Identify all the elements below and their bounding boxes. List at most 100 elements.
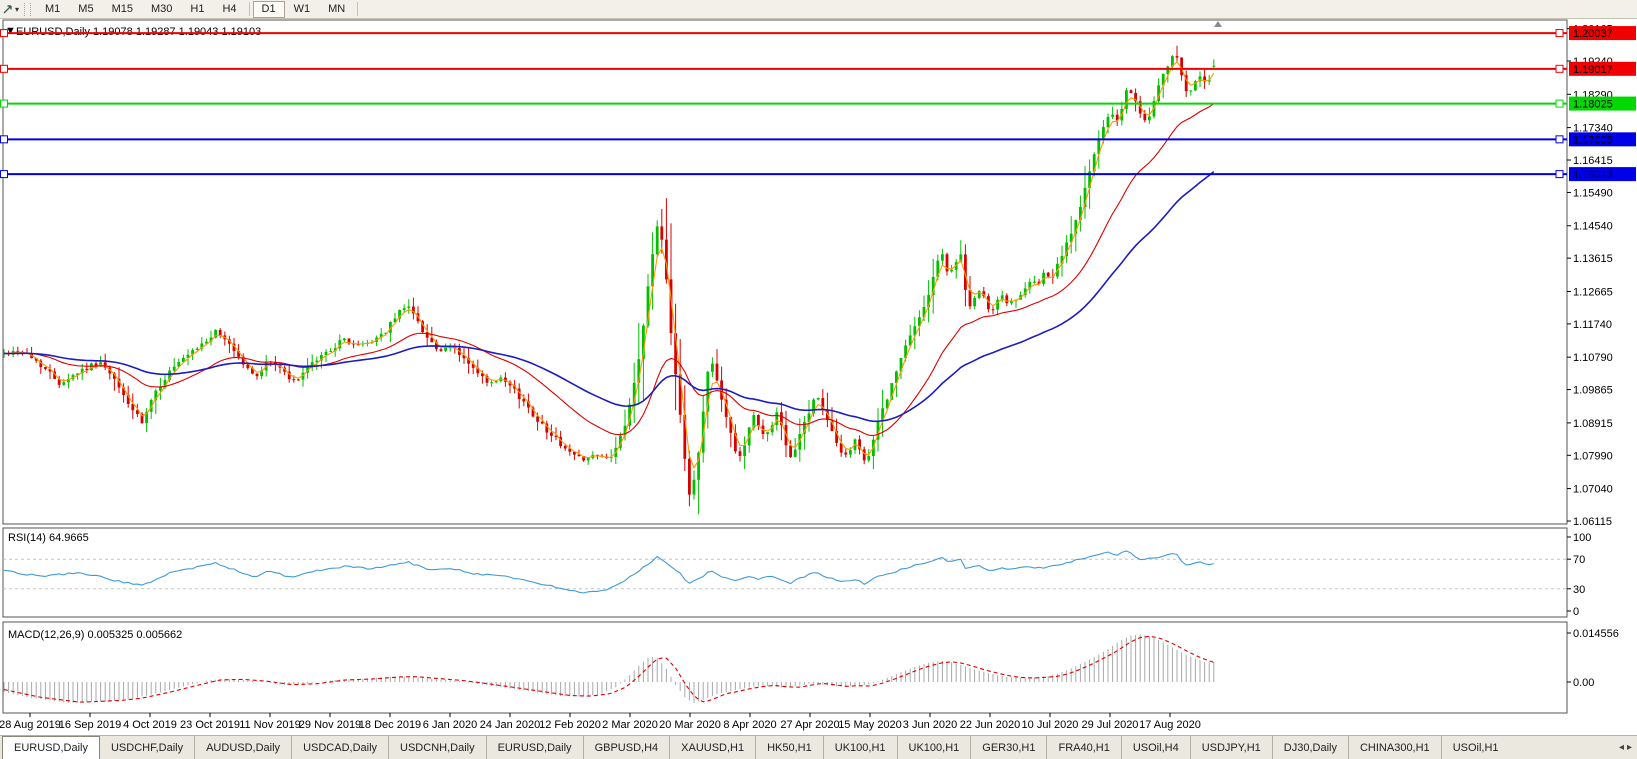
chart-tab[interactable]: EURUSD,Daily: [2, 736, 100, 759]
top-toolbar: ▾ M1 M5 M15 M30 H1 H4 D1 W1 MN: [0, 0, 1637, 19]
main-panel-border: [2, 19, 1568, 525]
horizontal-line[interactable]: 1.19017: [0, 61, 1636, 76]
rsi-label: RSI(14) 64.9665: [8, 532, 89, 544]
price-tick-label: 1.14540: [1573, 221, 1613, 233]
price-tick-label: 1.06115: [1573, 516, 1612, 528]
chart-tab[interactable]: EURUSD,Daily: [485, 736, 583, 759]
chart-tab[interactable]: CHINA300,H1: [1347, 736, 1441, 759]
date-label: 3 Jun 2020: [903, 719, 957, 731]
timeframe-button-M15[interactable]: M15: [103, 1, 142, 18]
date-label: 15 May 2020: [838, 719, 902, 731]
rsi-panel-border: [2, 527, 1568, 618]
price-line-label-text: 1.19017: [1573, 64, 1613, 76]
price-tick-label: 1.13615: [1573, 253, 1613, 265]
chart-tab[interactable]: HK50,H1: [755, 736, 823, 759]
line-handle: [0, 29, 8, 38]
chart-tab[interactable]: XAUUSD,H1: [669, 736, 755, 759]
date-label: 16 Sep 2019: [59, 719, 121, 731]
chart-tab[interactable]: USDJPY,H1: [1189, 736, 1272, 759]
chart-tab[interactable]: GBPUSD,H4: [582, 736, 670, 759]
chart-tab[interactable]: USOil,H4: [1120, 736, 1190, 759]
horizontal-line[interactable]: 1.18025: [0, 96, 1636, 111]
line-handle: [0, 99, 8, 108]
horizontal-line[interactable]: 1.17005: [0, 132, 1636, 147]
price-tick-label: 1.09865: [1573, 385, 1613, 397]
line-handle: [1555, 170, 1564, 179]
timeframe-button-D1[interactable]: D1: [252, 0, 285, 18]
tabs-scroll-right-icon[interactable]: ▸: [1627, 742, 1632, 753]
price-line-label-text: 1.18025: [1573, 99, 1613, 111]
moving-averages-layer: [3, 60, 1215, 470]
chart-tab[interactable]: FRA40,H1: [1046, 736, 1120, 759]
horizontal-line[interactable]: 1.16013: [0, 167, 1636, 182]
date-label: 8 Apr 2020: [723, 719, 776, 731]
date-axis: 28 Aug 201916 Sep 2019 4 Oct 2019 23 Oct 2…: [0, 713, 1201, 731]
date-label: 20 Mar 2020: [659, 719, 721, 731]
date-label: 10 Jul 2020: [1022, 719, 1079, 731]
timeframe-button-H4[interactable]: H4: [213, 1, 245, 18]
price-tick-label: 1.12665: [1573, 286, 1613, 298]
tabs-scroll-left-icon[interactable]: ◂: [1619, 742, 1624, 753]
line-handle: [1555, 135, 1564, 144]
toolbar-grip[interactable]: [24, 2, 32, 16]
chart-tab[interactable]: USDCAD,Daily: [291, 736, 388, 759]
price-tick-label: 1.15490: [1573, 187, 1613, 199]
price-line-label-text: 1.16013: [1573, 169, 1613, 181]
cursor-tool-icon[interactable]: [1, 2, 15, 16]
timeframe-button-MN[interactable]: MN: [319, 1, 354, 18]
toolbar-separator: [248, 2, 250, 16]
date-label: 22 Jun 2020: [960, 719, 1021, 731]
date-label: 12 Feb 2020: [539, 719, 601, 731]
date-label: 29 Jul 2020: [1082, 719, 1139, 731]
rsi-levels: 100 70 30 0: [3, 532, 1591, 618]
chart-tab[interactable]: GER30,H1: [970, 736, 1046, 759]
timeframe-button-M5[interactable]: M5: [69, 1, 102, 18]
macd-panel-border: [2, 621, 1568, 714]
rsi-tick-label: 30: [1573, 584, 1585, 596]
date-label: 28 Aug 2019: [0, 719, 61, 731]
date-label: 17 Aug 2020: [1139, 719, 1201, 731]
line-handle: [1555, 29, 1564, 38]
date-label: 29 Nov 2019: [299, 719, 361, 731]
chart-shift-marker-icon[interactable]: [1214, 21, 1222, 27]
toolbar-separator: [357, 2, 359, 16]
line-handle: [0, 135, 8, 144]
macd-signal-line: [3, 635, 1214, 703]
dropdown-caret-icon[interactable]: ▾: [15, 5, 19, 14]
date-label: 2 Mar 2020: [602, 719, 658, 731]
price-tick-label: 1.16415: [1573, 155, 1613, 167]
chart-area[interactable]: ▼ EURUSD,Daily 1.19078 1.19287 1.19043 1…: [0, 18, 1637, 736]
macd-tick-label: 0.00: [1573, 677, 1594, 689]
ma-slow-line: [3, 170, 1215, 423]
chart-tab[interactable]: AUDUSD,Daily: [194, 736, 291, 759]
macd-tick-label: 0.014556: [1573, 628, 1619, 640]
date-label: 11 Nov 2019: [239, 719, 301, 731]
rsi-tick-label: 70: [1573, 554, 1585, 566]
chart-tab[interactable]: USDCHF,Daily: [100, 736, 194, 759]
price-tick-label: 1.10790: [1573, 352, 1613, 364]
macd-label: MACD(12,26,9) 0.005325 0.005662: [8, 629, 182, 641]
chart-title: EURUSD,Daily 1.19078 1.19287 1.19043 1.1…: [16, 26, 261, 38]
ma-fast-line: [3, 60, 1215, 470]
chart-tab[interactable]: UK100,H1: [896, 736, 971, 759]
timeframe-button-W1[interactable]: W1: [285, 1, 320, 18]
price-tick-label: 1.07040: [1573, 484, 1613, 496]
chart-tab[interactable]: USOil,H1: [1440, 736, 1510, 759]
chart-tab[interactable]: UK100,H1: [822, 736, 897, 759]
timeframe-button-M1[interactable]: M1: [36, 1, 69, 18]
chart-tab[interactable]: DJ30,Daily: [1271, 736, 1348, 759]
price-tick-label: 1.08915: [1573, 418, 1613, 430]
price-line-label-text: 1.17005: [1573, 134, 1613, 146]
line-handle: [0, 64, 8, 73]
price-tick-label: 1.11740: [1573, 319, 1612, 331]
timeframe-button-M30[interactable]: M30: [142, 1, 181, 18]
chart-tab[interactable]: USDCNH,Daily: [388, 736, 486, 759]
date-label: 4 Oct 2019: [123, 719, 177, 731]
line-handle: [0, 170, 8, 179]
chart-tab-bar: EURUSD,Daily USDCHF,Daily AUDUSD,Daily USDC…: [0, 735, 1637, 759]
date-label: 18 Dec 2019: [359, 719, 421, 731]
rsi-tick-label: 100: [1573, 532, 1591, 544]
rsi-tick-label: 0: [1573, 606, 1579, 618]
date-label: 23 Oct 2019: [180, 719, 240, 731]
timeframe-button-H1[interactable]: H1: [181, 1, 213, 18]
